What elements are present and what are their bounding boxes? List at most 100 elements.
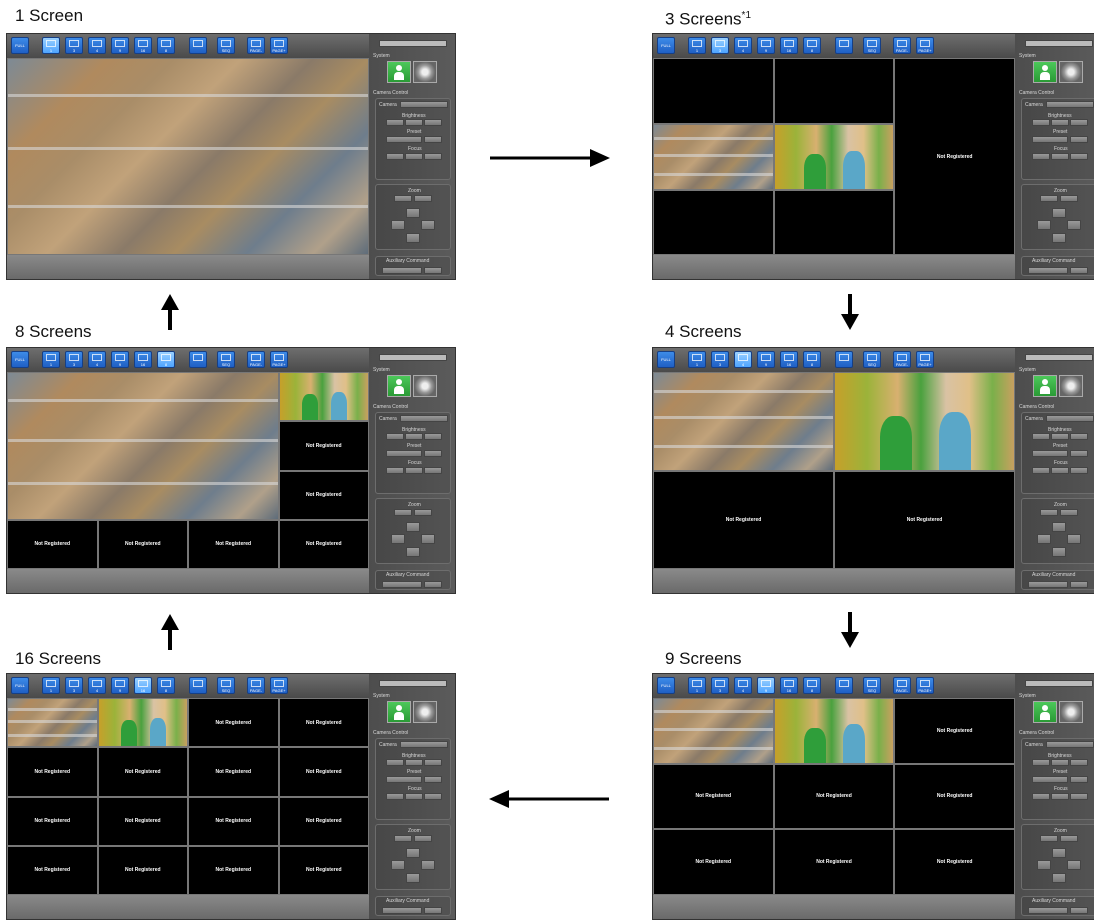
video-cell[interactable]: Not Registered xyxy=(7,845,98,895)
layout-16-button[interactable]: 16 xyxy=(134,677,152,694)
video-cell[interactable]: Not Registered xyxy=(894,698,1015,764)
preset-go-button[interactable] xyxy=(424,450,442,457)
brightness-up-button[interactable] xyxy=(424,433,442,440)
brightness-up-button[interactable] xyxy=(1070,119,1088,126)
layout-4-button[interactable]: 4 xyxy=(734,677,752,694)
sidebar-top-button[interactable] xyxy=(379,354,447,361)
video-cell[interactable]: Not Registered xyxy=(894,58,1015,255)
layout-1-button[interactable]: 1 xyxy=(688,37,706,54)
brightness-reset-button[interactable] xyxy=(1051,433,1069,440)
layout-16-button[interactable]: 16 xyxy=(134,351,152,368)
seq-button[interactable]: SEQ xyxy=(863,351,881,368)
brightness-down-button[interactable] xyxy=(386,759,404,766)
zoom-out-button[interactable] xyxy=(394,835,412,842)
seq-button[interactable]: SEQ xyxy=(217,351,235,368)
pan-down-button[interactable] xyxy=(1052,547,1066,557)
auxiliary-go-button[interactable] xyxy=(1070,581,1088,588)
focus-near-button[interactable] xyxy=(1032,793,1050,800)
zoom-out-button[interactable] xyxy=(1040,195,1058,202)
video-cell[interactable]: Not Registered xyxy=(278,747,369,797)
layout-9-button[interactable]: 9 xyxy=(111,677,129,694)
gear-icon[interactable] xyxy=(413,701,437,723)
zoom-out-button[interactable] xyxy=(1040,509,1058,516)
focus-far-button[interactable] xyxy=(1070,153,1088,160)
page-prev-button[interactable]: PAGE- xyxy=(893,677,911,694)
camera-select[interactable] xyxy=(400,415,448,422)
preset-select[interactable] xyxy=(386,776,422,783)
brightness-down-button[interactable] xyxy=(386,433,404,440)
video-cell[interactable] xyxy=(653,190,774,255)
sidebar-top-button[interactable] xyxy=(1025,680,1093,687)
video-cell[interactable] xyxy=(97,698,188,748)
video-cell[interactable] xyxy=(653,698,774,764)
brightness-up-button[interactable] xyxy=(424,119,442,126)
zoom-in-button[interactable] xyxy=(414,509,432,516)
video-cell[interactable] xyxy=(834,372,1015,471)
pan-up-button[interactable] xyxy=(1052,208,1066,218)
video-cell[interactable] xyxy=(773,190,895,255)
seq-button[interactable]: SEQ xyxy=(863,37,881,54)
preset-go-button[interactable] xyxy=(1070,450,1088,457)
video-cell[interactable]: Not Registered xyxy=(278,796,369,846)
video-cell[interactable]: Not Registered xyxy=(188,796,279,846)
full-button[interactable]: FULL xyxy=(657,351,675,368)
preset-go-button[interactable] xyxy=(1070,136,1088,143)
video-cell[interactable]: Not Registered xyxy=(97,519,188,569)
user-icon[interactable] xyxy=(387,375,411,397)
focus-far-button[interactable] xyxy=(424,153,442,160)
layout-1-button[interactable]: 1 xyxy=(42,677,60,694)
pan-up-button[interactable] xyxy=(1052,848,1066,858)
info-button[interactable] xyxy=(189,351,207,368)
video-cell[interactable] xyxy=(7,58,369,255)
pan-left-button[interactable] xyxy=(391,534,405,544)
layout-4-button[interactable]: 4 xyxy=(88,677,106,694)
video-cell[interactable]: Not Registered xyxy=(188,845,279,895)
layout-16-button[interactable]: 16 xyxy=(134,37,152,54)
focus-auto-button[interactable] xyxy=(1051,467,1069,474)
video-cell[interactable]: Not Registered xyxy=(894,763,1015,830)
preset-select[interactable] xyxy=(1032,776,1068,783)
video-cell[interactable] xyxy=(7,698,98,748)
full-button[interactable]: FULL xyxy=(657,37,675,54)
layout-8-button[interactable]: 8 xyxy=(157,351,175,368)
video-cell[interactable]: Not Registered xyxy=(773,763,895,830)
zoom-in-button[interactable] xyxy=(1060,509,1078,516)
video-cell[interactable] xyxy=(7,372,279,520)
full-button[interactable]: FULL xyxy=(11,677,29,694)
preset-go-button[interactable] xyxy=(424,776,442,783)
pan-right-button[interactable] xyxy=(1067,220,1081,230)
video-cell[interactable]: Not Registered xyxy=(894,829,1015,895)
pan-down-button[interactable] xyxy=(1052,233,1066,243)
focus-near-button[interactable] xyxy=(1032,153,1050,160)
video-cell[interactable]: Not Registered xyxy=(653,829,774,895)
video-cell[interactable]: Not Registered xyxy=(278,519,369,569)
layout-4-button[interactable]: 4 xyxy=(734,351,752,368)
page-next-button[interactable]: PAGE+ xyxy=(916,351,934,368)
gear-icon[interactable] xyxy=(1059,375,1083,397)
camera-select[interactable] xyxy=(1046,415,1094,422)
sidebar-top-button[interactable] xyxy=(379,40,447,47)
video-cell[interactable]: Not Registered xyxy=(773,829,895,895)
zoom-in-button[interactable] xyxy=(414,195,432,202)
layout-3-button[interactable]: 3 xyxy=(711,677,729,694)
pan-up-button[interactable] xyxy=(406,848,420,858)
layout-9-button[interactable]: 9 xyxy=(757,351,775,368)
zoom-out-button[interactable] xyxy=(1040,835,1058,842)
video-cell[interactable]: Not Registered xyxy=(653,470,834,569)
pan-down-button[interactable] xyxy=(1052,873,1066,883)
page-next-button[interactable]: PAGE+ xyxy=(270,37,288,54)
zoom-out-button[interactable] xyxy=(394,195,412,202)
brightness-down-button[interactable] xyxy=(1032,119,1050,126)
brightness-up-button[interactable] xyxy=(424,759,442,766)
auxiliary-go-button[interactable] xyxy=(424,907,442,914)
video-cell[interactable]: Not Registered xyxy=(7,796,98,846)
brightness-reset-button[interactable] xyxy=(405,759,423,766)
focus-auto-button[interactable] xyxy=(405,467,423,474)
pan-up-button[interactable] xyxy=(406,208,420,218)
zoom-out-button[interactable] xyxy=(394,509,412,516)
layout-3-button[interactable]: 3 xyxy=(65,37,83,54)
pan-left-button[interactable] xyxy=(1037,860,1051,870)
video-cell[interactable]: Not Registered xyxy=(188,698,279,748)
camera-select[interactable] xyxy=(1046,101,1094,108)
info-button[interactable] xyxy=(189,37,207,54)
